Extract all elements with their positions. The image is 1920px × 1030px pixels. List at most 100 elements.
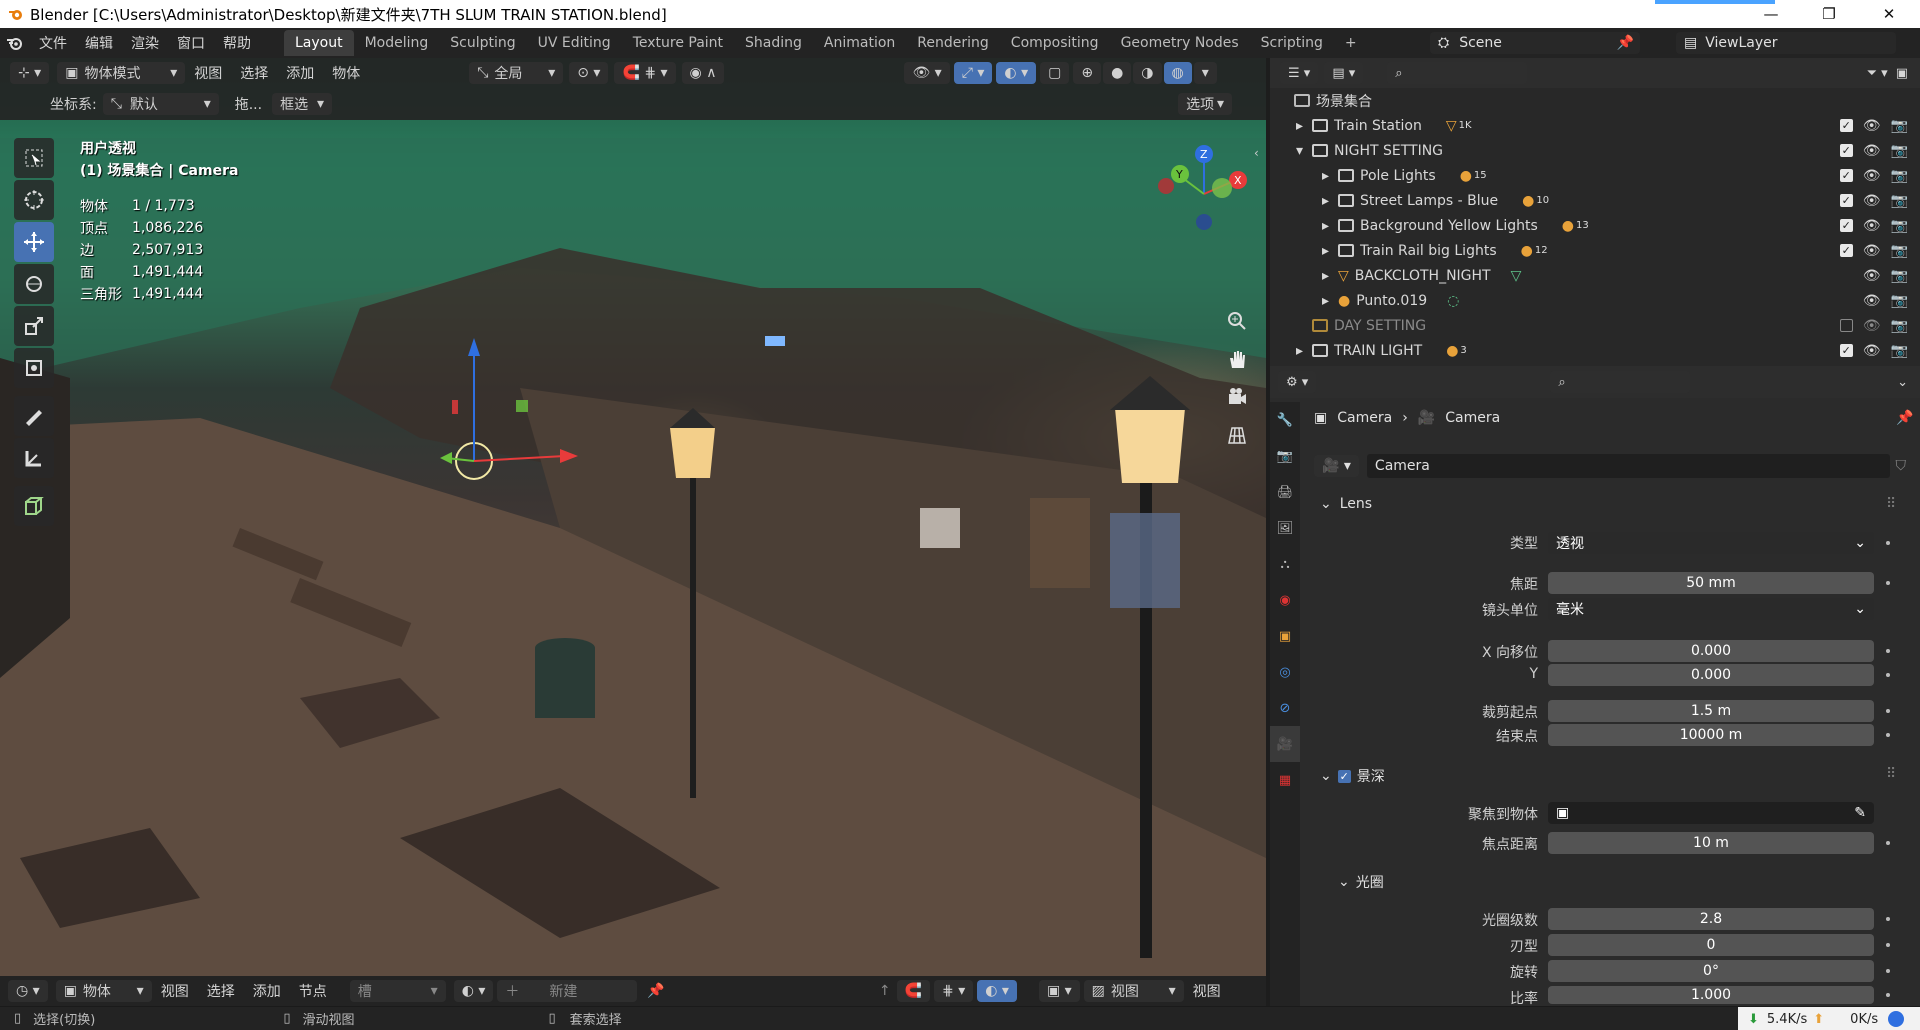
tool-tab-icon[interactable]: 🔧 xyxy=(1270,402,1300,438)
blender-menu-icon[interactable] xyxy=(0,35,30,51)
menu-window[interactable]: 窗口 xyxy=(168,33,214,53)
outliner-row[interactable]: ▸ Train Rail big Lights ● 12 ✓ 👁 📷 xyxy=(1270,238,1920,263)
exclude-checkbox[interactable]: ✓ xyxy=(1839,194,1853,207)
proportional-edit-toggle[interactable]: ◉ ∧ xyxy=(681,62,725,84)
transform-orientation-dropdown[interactable]: ⤡ 全局 ▾ xyxy=(469,62,564,84)
shift-y-field[interactable]: 0.000 xyxy=(1548,664,1874,686)
focus-distance-field[interactable]: 10 m xyxy=(1548,832,1874,854)
bottom-mode-dropdown[interactable]: ▣ 物体 ▾ xyxy=(55,980,152,1002)
zoom-icon[interactable] xyxy=(1222,302,1252,340)
outliner-row[interactable]: DAY SETTING 👁 📷 xyxy=(1270,313,1920,338)
coord-system-dropdown[interactable]: ⤡ 默认 ▾ xyxy=(102,93,219,115)
outliner-row[interactable]: ▸ ● Punto.019 ◌ 👁 📷 xyxy=(1270,288,1920,313)
viewport-menu-select[interactable]: 选择 xyxy=(231,63,277,83)
minimize-button[interactable]: — xyxy=(1748,0,1794,28)
camera-render-icon[interactable]: 📷 xyxy=(1891,168,1908,184)
material-icon[interactable]: ◐ ▾ xyxy=(453,980,494,1002)
outliner-row[interactable]: ▸ Train Station ▽ 1K ✓ 👁 📷 xyxy=(1270,113,1920,138)
eye-icon[interactable]: 👁 xyxy=(1863,318,1881,334)
eye-icon[interactable]: 👁 xyxy=(1863,343,1881,359)
texture-tab-icon[interactable]: ▦ xyxy=(1270,762,1300,798)
animate-dot[interactable] xyxy=(1886,709,1890,713)
eyedropper-icon[interactable]: ✎ xyxy=(1854,805,1866,821)
camera-render-icon[interactable]: 📷 xyxy=(1891,243,1908,259)
animate-dot[interactable] xyxy=(1886,541,1890,545)
viewport-menu-object[interactable]: 物体 xyxy=(323,63,369,83)
expand-arrow-icon[interactable]: ▸ xyxy=(1322,168,1338,184)
expand-arrow-icon[interactable]: ▾ xyxy=(1296,143,1312,159)
shading-rendered[interactable]: ◍ xyxy=(1163,62,1192,84)
restore-button[interactable]: ❐ xyxy=(1806,0,1852,28)
exclude-checkbox[interactable]: ✓ xyxy=(1839,119,1853,132)
exclude-checkbox[interactable]: ✓ xyxy=(1839,144,1853,157)
eye-icon[interactable]: 👁 xyxy=(1863,268,1881,284)
snap-icon[interactable]: 🧲 xyxy=(896,980,931,1002)
exclude-checkbox[interactable]: ✓ xyxy=(1839,244,1853,257)
camera-render-icon[interactable]: 📷 xyxy=(1891,268,1908,284)
eye-icon[interactable]: 👁 xyxy=(1863,168,1881,184)
constraints-tab-icon[interactable]: ⊘ xyxy=(1270,690,1300,726)
fstop-field[interactable]: 2.8 xyxy=(1548,908,1874,930)
tab-rendering[interactable]: Rendering xyxy=(906,30,1000,56)
animate-dot[interactable] xyxy=(1886,733,1890,737)
bottom-menu-select[interactable]: 选择 xyxy=(198,981,244,1001)
expand-arrow-icon[interactable]: ▸ xyxy=(1296,343,1312,359)
tab-sculpting[interactable]: Sculpting xyxy=(439,30,526,56)
rotate-icon[interactable] xyxy=(14,264,54,304)
outliner-row[interactable]: ▸ TRAIN LIGHT ● 3 ✓ 👁 📷 xyxy=(1270,338,1920,363)
shading-wireframe[interactable]: ⊕ xyxy=(1073,62,1102,84)
outliner-search-input[interactable]: ⌕ xyxy=(1387,62,1528,84)
3d-viewport[interactable]: ⊹ ▾ ▣ 物体模式 ▾ 视图 选择 添加 物体 ⤡ 全局 ▾ ⊙ ▾ 🧲 ⋕ … xyxy=(0,58,1266,976)
animate-dot[interactable] xyxy=(1886,917,1890,921)
tab-compositing[interactable]: Compositing xyxy=(1000,30,1110,56)
object-tab-icon[interactable]: ▣ xyxy=(1270,618,1300,654)
tab-scripting[interactable]: Scripting xyxy=(1250,30,1334,56)
scene-selector[interactable]: ⛭ Scene 📌 xyxy=(1430,32,1640,54)
focus-object-field[interactable]: ▣ ✎ xyxy=(1548,802,1874,824)
menu-render[interactable]: 渲染 xyxy=(122,33,168,53)
render-tab-icon[interactable]: 📷 xyxy=(1270,438,1300,474)
add-cube-icon[interactable] xyxy=(14,486,54,526)
shading-material[interactable]: ◑ xyxy=(1133,62,1162,84)
animate-dot[interactable] xyxy=(1886,943,1890,947)
expand-arrow-icon[interactable]: ▸ xyxy=(1322,243,1338,259)
close-button[interactable]: ✕ xyxy=(1866,0,1912,28)
viewlayer-selector[interactable]: ▤ ViewLayer xyxy=(1676,32,1896,54)
eye-icon[interactable]: 👁 xyxy=(1863,143,1881,159)
outliner-row[interactable]: ▸ Pole Lights ● 15 ✓ 👁 📷 xyxy=(1270,163,1920,188)
expand-arrow-icon[interactable]: ▸ xyxy=(1322,193,1338,209)
editor-type-button[interactable]: ◷ ▾ xyxy=(8,980,48,1002)
visibility-dropdown[interactable]: 👁 ▾ xyxy=(904,62,950,84)
pin-icon[interactable]: 📌 xyxy=(1896,410,1913,426)
outliner-row[interactable]: ▾ NIGHT SETTING ✓ 👁 📷 xyxy=(1270,138,1920,163)
view-layer-tab-icon[interactable]: 🖼 xyxy=(1270,510,1300,546)
animate-dot[interactable] xyxy=(1886,673,1890,677)
new-collection-icon[interactable]: ▣ xyxy=(1896,66,1908,81)
menu-file[interactable]: 文件 xyxy=(30,33,76,53)
xray-toggle[interactable]: ▢ xyxy=(1040,62,1070,84)
tab-shading[interactable]: Shading xyxy=(734,30,813,56)
outliner-editor-type[interactable]: ☰ ▾ xyxy=(1280,62,1319,84)
animate-dot[interactable] xyxy=(1886,649,1890,653)
outliner-root-row[interactable]: 场景集合 xyxy=(1270,88,1920,113)
scene-tab-icon[interactable]: ⛬ xyxy=(1270,546,1300,582)
outliner-row[interactable]: ▸ Background Yellow Lights ● 13 ✓ 👁 📷 xyxy=(1270,213,1920,238)
rotation-field[interactable]: 0° xyxy=(1548,960,1874,982)
clip-start-field[interactable]: 1.5 m xyxy=(1548,700,1874,722)
world-tab-icon[interactable]: ◉ xyxy=(1270,582,1300,618)
output-tab-icon[interactable]: 🖨 xyxy=(1270,474,1300,510)
overlay-toggle[interactable]: ◐ ▾ xyxy=(996,62,1037,84)
camera-data-tab-icon[interactable]: 🎥 xyxy=(1270,726,1300,762)
camera-render-icon[interactable]: 📷 xyxy=(1891,318,1908,334)
measure-icon[interactable] xyxy=(14,438,54,478)
select-box-icon[interactable] xyxy=(14,138,54,178)
view-dropdown[interactable]: ▨ 视图 ▾ xyxy=(1083,980,1184,1002)
scale-icon[interactable] xyxy=(14,306,54,346)
tab-texture-paint[interactable]: Texture Paint xyxy=(622,30,734,56)
viewport-menu-add[interactable]: 添加 xyxy=(277,63,323,83)
cursor-icon[interactable] xyxy=(14,180,54,220)
pin-icon[interactable]: 📌 xyxy=(647,983,664,999)
bottom-menu-node[interactable]: 节点 xyxy=(290,981,336,1001)
lens-section-header[interactable]: ⌄ Lens xyxy=(1320,496,1372,512)
animate-dot[interactable] xyxy=(1886,993,1890,997)
